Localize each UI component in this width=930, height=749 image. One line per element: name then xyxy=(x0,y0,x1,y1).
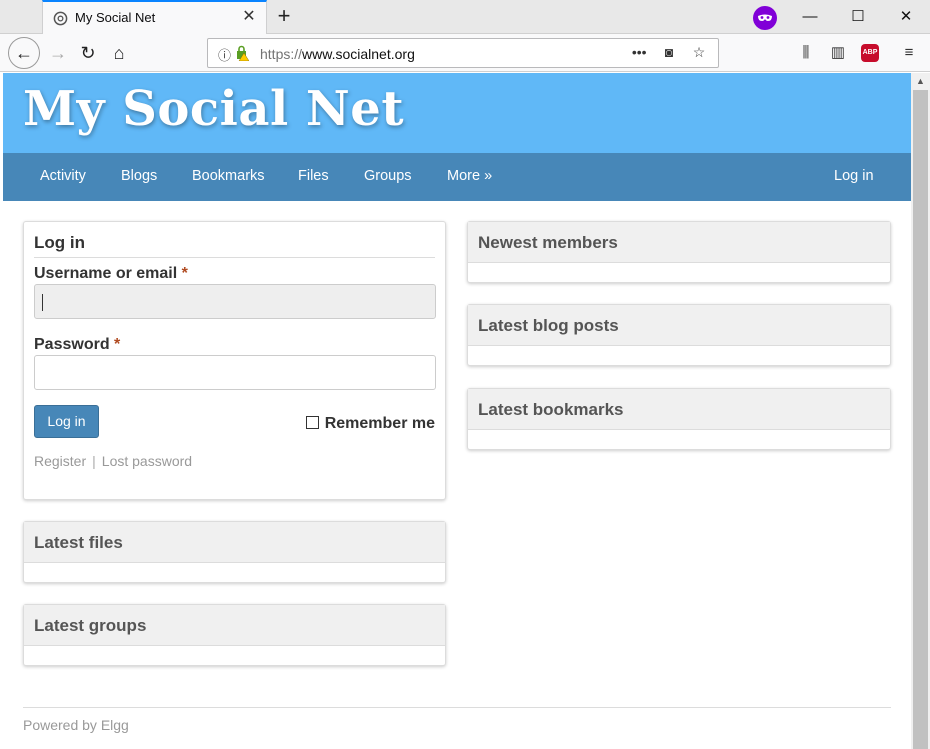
remember-me-checkbox[interactable] xyxy=(305,416,319,429)
latest-blog-posts-module: Latest blog posts xyxy=(467,304,891,366)
info-icon[interactable]: ⓘ xyxy=(218,45,231,64)
newest-members-module: Newest members xyxy=(467,221,891,283)
url-text[interactable]: https://www.socialnet.org xyxy=(260,46,415,62)
adblock-icon[interactable]: ABP xyxy=(861,44,879,62)
module-title: Newest members xyxy=(468,222,890,263)
url-bar[interactable]: ⓘ https://www.socialnet.org ••• ◙ ☆ xyxy=(207,38,719,68)
module-title: Latest blog posts xyxy=(468,305,890,346)
page-viewport: My Social Net Activity Blogs Bookmarks F… xyxy=(3,73,911,749)
tab-close-icon[interactable]: ✕ xyxy=(240,8,258,26)
nav-item-activity[interactable]: Activity xyxy=(40,168,86,184)
browser-tab[interactable]: My Social Net ✕ xyxy=(42,0,267,34)
lost-password-link[interactable]: Lost password xyxy=(102,453,192,469)
page-scrollbar[interactable]: ▲ xyxy=(911,73,930,749)
scroll-thumb[interactable] xyxy=(913,90,928,749)
browser-toolbar: ← → ↻ ⌂ ⓘ https://www.socialnet.org ••• … xyxy=(0,34,930,72)
private-browsing-icon xyxy=(753,6,777,30)
site-nav: Activity Blogs Bookmarks Files Groups Mo… xyxy=(3,153,911,201)
pocket-icon[interactable]: ◙ xyxy=(656,44,682,60)
module-title: Latest files xyxy=(24,522,445,563)
site-header: My Social Net xyxy=(3,73,911,153)
latest-groups-module: Latest groups xyxy=(23,604,446,666)
reload-icon[interactable]: ↻ xyxy=(73,38,103,68)
nav-item-groups[interactable]: Groups xyxy=(364,168,412,184)
lock-warning-icon[interactable] xyxy=(235,45,249,61)
new-tab-icon[interactable]: + xyxy=(272,5,296,29)
home-icon[interactable]: ⌂ xyxy=(104,38,134,68)
login-title: Log in xyxy=(34,233,85,252)
bookmark-star-icon[interactable]: ☆ xyxy=(686,44,712,61)
maximize-icon[interactable]: ☐ xyxy=(838,4,878,30)
login-button[interactable]: Log in xyxy=(34,405,99,438)
footer-divider xyxy=(23,707,891,708)
sidebar-icon[interactable]: ▥ xyxy=(827,42,849,64)
page-actions-icon[interactable]: ••• xyxy=(626,44,652,60)
forward-arrow-icon[interactable]: → xyxy=(43,38,73,68)
tab-title: My Social Net xyxy=(75,10,156,25)
browser-tab-bar: My Social Net ✕ + — ☐ ✕ xyxy=(0,0,930,34)
module-title: Latest groups xyxy=(24,605,445,646)
username-input[interactable] xyxy=(34,284,436,319)
nav-item-files[interactable]: Files xyxy=(298,168,329,184)
text-caret xyxy=(42,294,43,311)
hamburger-menu-icon[interactable]: ≡ xyxy=(898,42,920,64)
library-icon[interactable]: ⫼ xyxy=(795,42,817,64)
latest-files-module: Latest files xyxy=(23,521,446,583)
remember-me[interactable]: Remember me xyxy=(305,415,435,433)
username-label: Username or email * xyxy=(34,265,188,282)
nav-login-link[interactable]: Log in xyxy=(834,168,874,184)
close-window-icon[interactable]: ✕ xyxy=(886,4,926,30)
login-box: Log in Username or email * Password * Lo… xyxy=(23,221,446,500)
site-title[interactable]: My Social Net xyxy=(23,81,404,137)
password-input[interactable] xyxy=(34,355,436,390)
nav-item-bookmarks[interactable]: Bookmarks xyxy=(192,168,265,184)
nav-item-blogs[interactable]: Blogs xyxy=(121,168,157,184)
nav-item-more[interactable]: More » xyxy=(447,168,492,184)
divider xyxy=(34,257,435,258)
module-title: Latest bookmarks xyxy=(468,389,890,430)
site-favicon-icon xyxy=(53,11,68,26)
latest-bookmarks-module: Latest bookmarks xyxy=(467,388,891,450)
minimize-icon[interactable]: — xyxy=(790,4,830,30)
login-links: Register | Lost password xyxy=(34,453,193,469)
register-link[interactable]: Register xyxy=(34,453,86,469)
powered-by-link[interactable]: Powered by Elgg xyxy=(23,717,129,733)
back-arrow-icon[interactable]: ← xyxy=(8,37,40,69)
scroll-up-icon[interactable]: ▲ xyxy=(911,73,930,90)
password-label: Password * xyxy=(34,336,121,353)
